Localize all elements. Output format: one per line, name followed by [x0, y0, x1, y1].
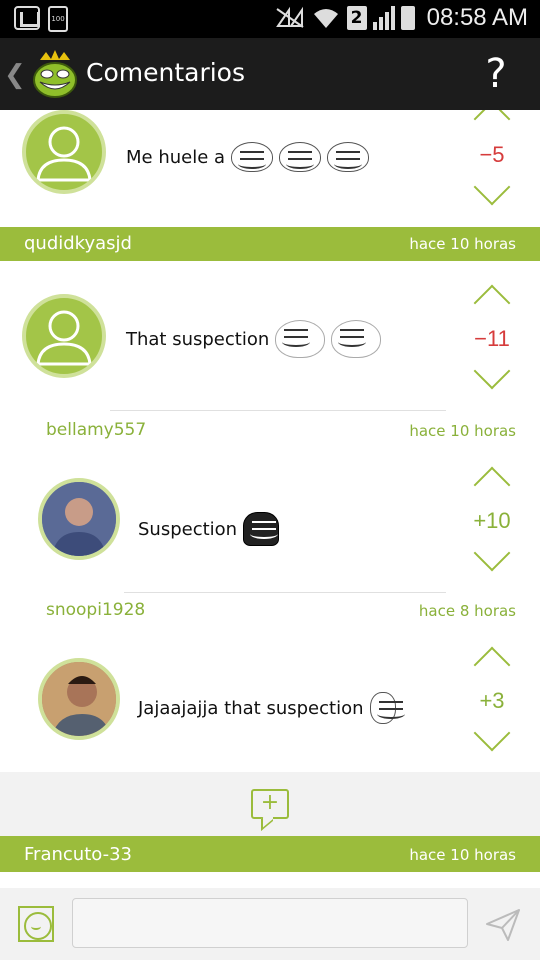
- divider: [110, 410, 446, 411]
- upvote-icon[interactable]: [473, 466, 511, 504]
- author-bar: Francuto-33 hace 10 horas: [0, 836, 540, 872]
- timestamp: hace 10 horas: [409, 846, 516, 864]
- timestamp: hace 10 horas: [409, 422, 516, 440]
- page-title: Comentarios: [86, 58, 245, 87]
- vote-widget: +10: [462, 466, 522, 572]
- score: +3: [479, 688, 505, 713]
- wifi-icon: [313, 9, 338, 28]
- battery-full-icon: 100: [48, 6, 68, 32]
- avatar[interactable]: [38, 478, 120, 560]
- add-comment-icon[interactable]: +: [251, 789, 289, 819]
- divider: [124, 592, 446, 593]
- comment-text: Suspection: [138, 512, 280, 546]
- upvote-icon[interactable]: [473, 110, 511, 138]
- downvote-icon[interactable]: [473, 714, 511, 752]
- clock: 08:58 AM: [426, 4, 528, 31]
- vote-widget: −11: [462, 284, 522, 390]
- vote-widget: +3: [462, 646, 522, 752]
- no-signal-icon: [275, 6, 304, 28]
- avatar[interactable]: [22, 294, 106, 378]
- comment-body: That suspection: [126, 328, 270, 350]
- comment-list[interactable]: Me huele a −5 qudidkyasjd hace 10 horas …: [0, 110, 540, 772]
- author-name[interactable]: Francuto-33: [24, 844, 132, 865]
- author-name[interactable]: bellamy557: [46, 420, 146, 440]
- downvote-icon[interactable]: [473, 534, 511, 572]
- upvote-icon[interactable]: [473, 646, 511, 684]
- timestamp: hace 8 horas: [418, 602, 516, 620]
- sim-indicator: 2: [346, 6, 367, 30]
- meme-face-icon: [243, 512, 280, 546]
- timestamp: hace 10 horas: [409, 235, 516, 253]
- suspicious-face-icon: [331, 320, 382, 358]
- battery-icon: [400, 6, 415, 30]
- comment-text: That suspection: [126, 320, 382, 358]
- author-name[interactable]: snoopi1928: [46, 600, 145, 620]
- troll-logo-icon[interactable]: [32, 50, 78, 98]
- score: −5: [479, 142, 505, 167]
- avatar[interactable]: [38, 658, 120, 740]
- comment-text: Jajaajajja that suspection: [138, 692, 405, 724]
- default-user-icon: [36, 126, 92, 182]
- suspicious-face-icon: [275, 320, 326, 358]
- comment-text: Me huele a: [126, 142, 370, 172]
- comment-body: Me huele a: [126, 146, 226, 168]
- trollface-icon: [327, 142, 370, 172]
- avatar[interactable]: [22, 110, 106, 194]
- cell-signal-icon: [372, 6, 395, 30]
- battery-label: 100: [51, 15, 65, 23]
- comment-input[interactable]: [72, 898, 468, 948]
- downvote-icon[interactable]: [473, 168, 511, 206]
- downvote-icon[interactable]: [473, 352, 511, 390]
- emoji-button[interactable]: [18, 906, 54, 942]
- trollface-icon: [279, 142, 322, 172]
- send-icon[interactable]: [484, 906, 522, 944]
- trollface-icon: [231, 142, 274, 172]
- app-notification-icon: [14, 6, 40, 30]
- default-user-icon: [36, 310, 92, 366]
- author-bar: qudidkyasjd hace 10 horas: [0, 227, 540, 261]
- author-name[interactable]: qudidkyasjd: [24, 233, 132, 254]
- comment-item: That suspection −11: [0, 280, 540, 400]
- user-photo-icon: [42, 482, 116, 556]
- comment-item: Me huele a −5: [0, 110, 540, 226]
- comment-body: Suspection: [138, 518, 238, 540]
- reply-item: Suspection +10: [0, 456, 540, 586]
- comment-body: Jajaajajja that suspection: [138, 697, 364, 719]
- user-photo-icon: [42, 662, 116, 736]
- app-bar: ❮ Comentarios ?: [0, 38, 540, 110]
- add-reply-strip: +: [0, 772, 540, 836]
- help-button[interactable]: ?: [476, 52, 516, 96]
- score: −11: [474, 326, 510, 351]
- upvote-icon[interactable]: [473, 284, 511, 322]
- reply-item: Jajaajajja that suspection +3: [0, 636, 540, 766]
- back-icon[interactable]: ❮: [4, 60, 26, 90]
- vote-widget: −5: [462, 110, 522, 206]
- meme-face-icon: [369, 692, 405, 724]
- compose-bar: [0, 888, 540, 960]
- score: +10: [473, 508, 511, 533]
- status-bar: 100 2 08:58 AM: [0, 0, 540, 38]
